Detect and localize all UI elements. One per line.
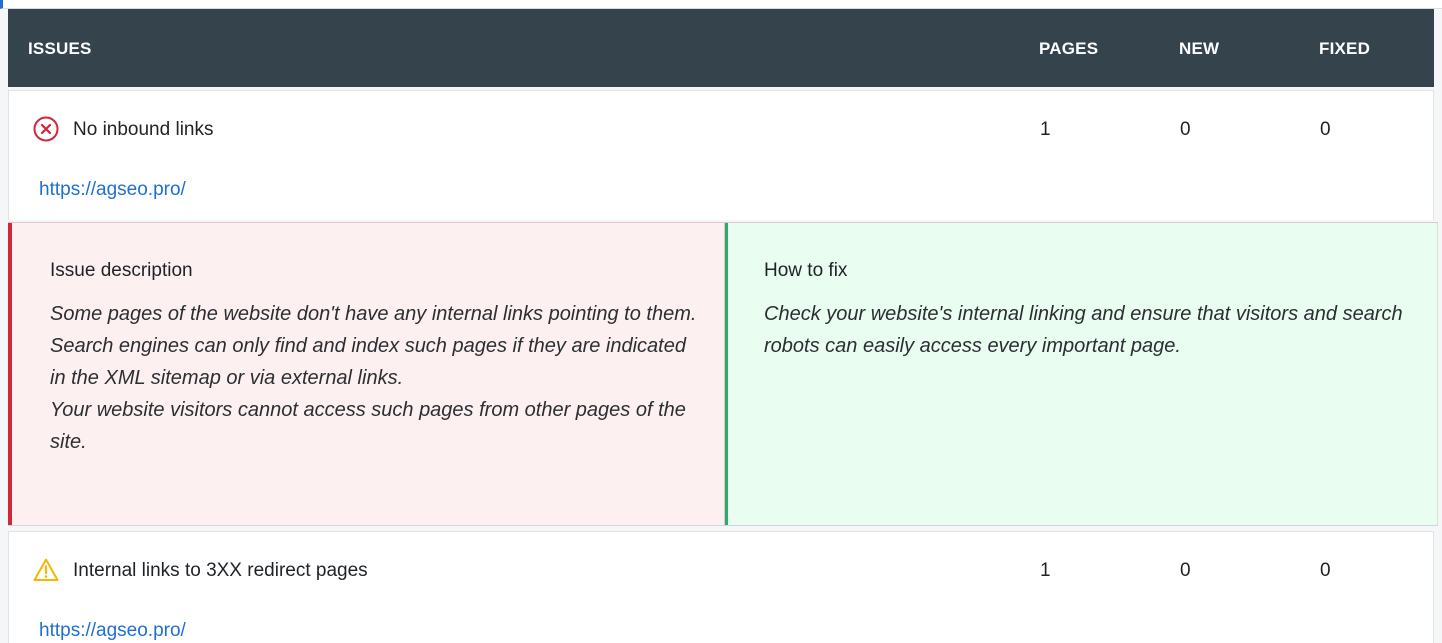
issue-title: No inbound links bbox=[73, 119, 214, 140]
issue-description-text: Some pages of the website don't have any… bbox=[50, 298, 700, 458]
issue-description-box: Issue description Some pages of the webs… bbox=[8, 223, 725, 525]
warning-triangle-icon bbox=[33, 558, 59, 581]
issues-table-header: ISSUES PAGES NEW FIXED bbox=[8, 9, 1434, 87]
fixed-count: 0 bbox=[1320, 119, 1331, 140]
description-line: Search engines can only find and index s… bbox=[50, 335, 686, 389]
pages-count: 1 bbox=[1040, 560, 1051, 581]
site-audit-issues-page: ISSUES PAGES NEW FIXED No inbound links … bbox=[0, 0, 1442, 643]
how-to-fix-title: How to fix bbox=[764, 260, 848, 281]
pages-column-header[interactable]: PAGES bbox=[1039, 39, 1098, 59]
how-to-fix-text: Check your website's internal linking an… bbox=[764, 303, 1403, 357]
affected-url-row: https://agseo.pro/ bbox=[8, 606, 1434, 643]
previous-row-edge bbox=[0, 0, 1442, 9]
issue-row-no-inbound-links[interactable]: No inbound links 1 0 0 bbox=[8, 90, 1434, 165]
affected-url-row: https://agseo.pro/ bbox=[8, 165, 1434, 220]
description-line: Some pages of the website don't have any… bbox=[50, 303, 697, 325]
new-count: 0 bbox=[1180, 560, 1191, 581]
how-to-fix-box: How to fix Check your website's internal… bbox=[725, 223, 1438, 525]
new-count: 0 bbox=[1180, 119, 1191, 140]
description-line: Your website visitors cannot access such… bbox=[50, 399, 686, 453]
issues-column-header[interactable]: ISSUES bbox=[28, 39, 92, 59]
fixed-count: 0 bbox=[1320, 560, 1331, 581]
issue-details-panel: Issue description Some pages of the webs… bbox=[8, 222, 1438, 526]
pages-count: 1 bbox=[1040, 119, 1051, 140]
affected-page-link[interactable]: https://agseo.pro/ bbox=[39, 179, 186, 201]
fixed-column-header[interactable]: FIXED bbox=[1319, 39, 1370, 59]
affected-page-link[interactable]: https://agseo.pro/ bbox=[39, 620, 186, 642]
issue-row-internal-links-3xx[interactable]: Internal links to 3XX redirect pages 1 0… bbox=[8, 531, 1434, 606]
issue-description-title: Issue description bbox=[50, 260, 193, 281]
error-circle-icon bbox=[33, 116, 59, 142]
new-column-header[interactable]: NEW bbox=[1179, 39, 1219, 59]
issue-title: Internal links to 3XX redirect pages bbox=[73, 560, 368, 581]
